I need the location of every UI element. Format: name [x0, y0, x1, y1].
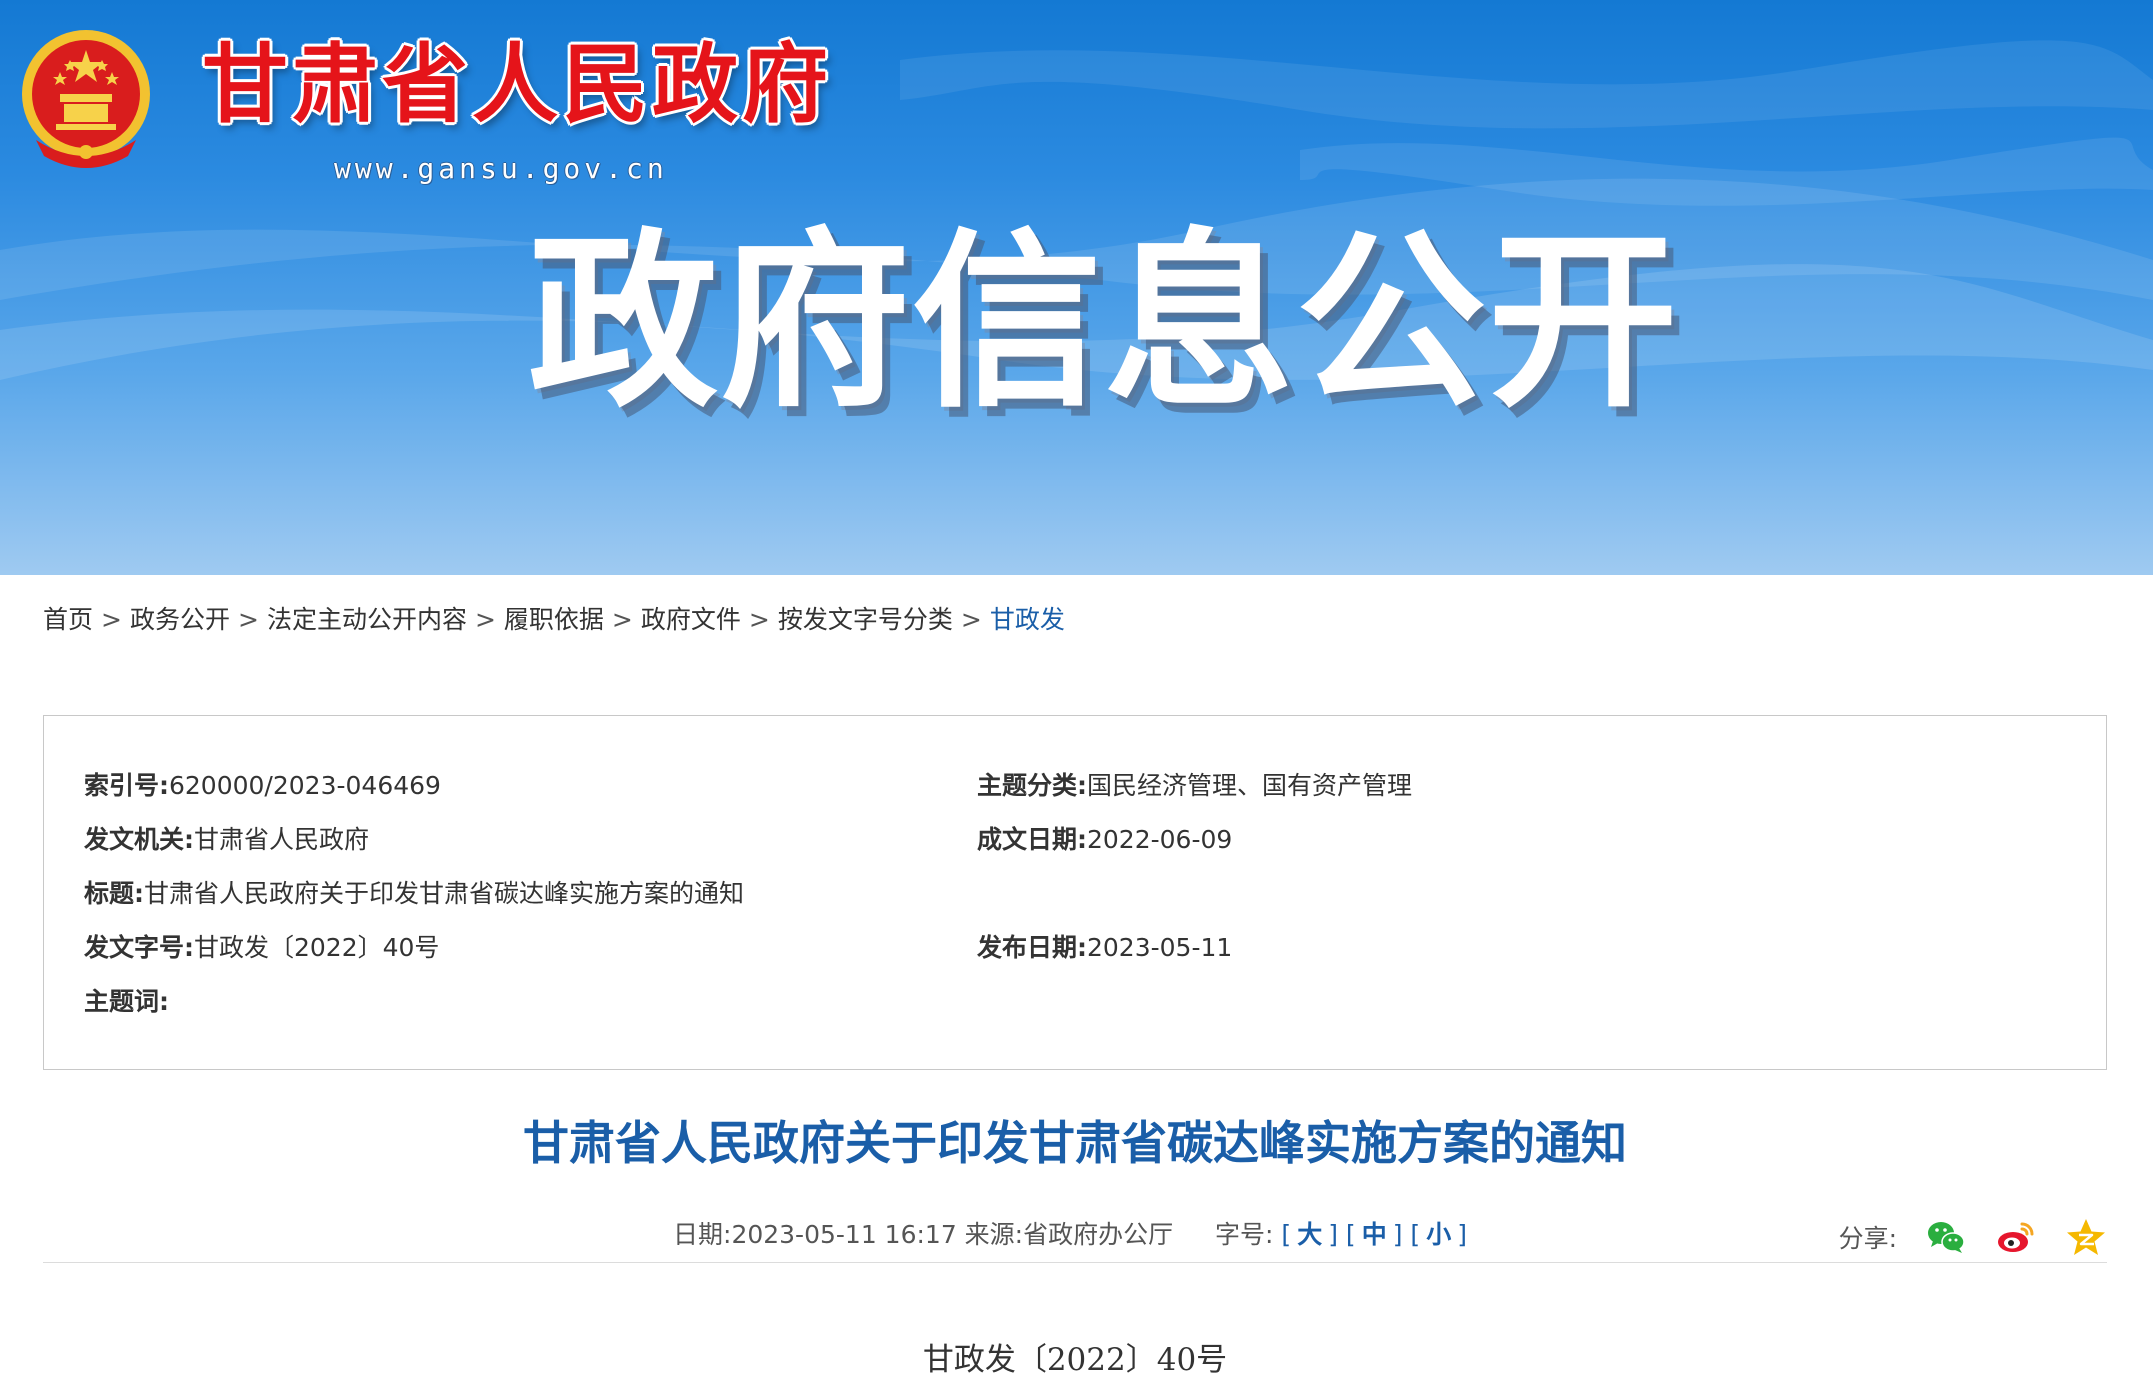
breadcrumb-separator: >: [611, 605, 633, 634]
info-publish-date-label: 发布日期:: [977, 933, 1087, 962]
bracket: ]: [1457, 1220, 1467, 1249]
font-medium-button[interactable]: 中: [1356, 1220, 1393, 1249]
info-doc-number-label: 发文字号:: [84, 933, 194, 962]
bracket: [: [1345, 1220, 1356, 1249]
breadcrumb-separator: >: [960, 605, 982, 634]
source-value: 省政府办公厅: [1023, 1220, 1174, 1249]
info-doc-number: 发文字号:甘政发〔2022〕40号: [84, 928, 439, 968]
breadcrumb-statutory-disclosure[interactable]: 法定主动公开内容: [267, 605, 467, 634]
breadcrumb-duty-basis[interactable]: 履职依据: [504, 605, 604, 634]
site-banner: 甘肃省人民政府 www.gansu.gov.cn 政府信息公开: [0, 0, 2153, 575]
breadcrumb-government-documents[interactable]: 政府文件: [641, 605, 741, 634]
info-issuing-org-value: 甘肃省人民政府: [194, 825, 370, 854]
info-publish-date: 发布日期:2023-05-11: [977, 928, 1232, 968]
source-label: 来源:: [964, 1220, 1024, 1249]
breadcrumb: 首页 > 政务公开 > 法定主动公开内容 > 履职依据 > 政府文件 > 按发文字号分类 > 甘政发: [43, 600, 1065, 640]
info-topic-category-label: 主题分类:: [977, 771, 1087, 800]
national-emblem-icon: [16, 22, 156, 172]
info-topic-category: 主题分类:国民经济管理、国有资产管理: [977, 766, 1412, 806]
bracket: [: [1410, 1220, 1421, 1249]
document-info-box: 索引号:620000/2023-046469 主题分类:国民经济管理、国有资产管…: [43, 715, 2107, 1070]
breadcrumb-gan-zheng-fa[interactable]: 甘政发: [990, 605, 1065, 634]
info-title-label: 标题:: [84, 879, 144, 908]
info-index-number-label: 索引号:: [84, 771, 169, 800]
info-written-date-label: 成文日期:: [977, 825, 1087, 854]
article-title: 甘肃省人民政府关于印发甘肃省碳达峰实施方案的通知: [523, 1116, 1627, 1170]
wechat-icon[interactable]: [1925, 1216, 1967, 1258]
info-issuing-org: 发文机关:甘肃省人民政府: [84, 820, 369, 860]
share-label: 分享:: [1838, 1224, 1897, 1253]
info-publish-date-value: 2023-05-11: [1087, 933, 1233, 962]
breadcrumb-separator: >: [101, 605, 122, 634]
breadcrumb-government-affairs[interactable]: 政务公开: [130, 605, 230, 634]
info-doc-number-value: 甘政发〔2022〕40号: [194, 933, 440, 962]
breadcrumb-separator: >: [237, 605, 259, 634]
info-keywords-label: 主题词:: [84, 987, 169, 1016]
site-url[interactable]: www.gansu.gov.cn: [334, 152, 668, 185]
date-label: 日期:: [673, 1220, 732, 1249]
article-meta-row: 日期:2023-05-11 16:17 来源:省政府办公厅 字号: [大] [中…: [43, 1212, 2107, 1263]
share-bar: 分享:: [1839, 1212, 2107, 1262]
info-topic-category-value: 国民经济管理、国有资产管理: [1087, 771, 1413, 800]
info-title-value: 甘肃省人民政府关于印发甘肃省碳达峰实施方案的通知: [144, 879, 745, 908]
qzone-star-icon[interactable]: [2065, 1216, 2107, 1258]
info-index-number: 索引号:620000/2023-046469: [84, 766, 441, 806]
info-written-date: 成文日期:2022-06-09: [977, 820, 1232, 860]
font-large-button[interactable]: 大: [1291, 1220, 1328, 1249]
info-index-number-value: 620000/2023-046469: [169, 771, 441, 800]
bracket: [: [1281, 1220, 1292, 1249]
breadcrumb-by-doc-number[interactable]: 按发文字号分类: [778, 605, 953, 634]
info-written-date-value: 2022-06-09: [1087, 825, 1233, 854]
info-title: 标题:甘肃省人民政府关于印发甘肃省碳达峰实施方案的通知: [84, 874, 744, 914]
breadcrumb-home[interactable]: 首页: [43, 605, 93, 634]
article-meta: 日期:2023-05-11 16:17 来源:省政府办公厅 字号: [大] [中…: [673, 1212, 1467, 1258]
site-name[interactable]: 甘肃省人民政府: [202, 42, 832, 128]
bracket: ]: [1392, 1220, 1403, 1249]
breadcrumb-separator: >: [474, 605, 496, 634]
breadcrumb-separator: >: [748, 605, 770, 634]
font-small-button[interactable]: 小: [1420, 1220, 1457, 1249]
font-size-label: 字号:: [1215, 1220, 1274, 1249]
info-keywords: 主题词:: [84, 982, 169, 1022]
banner-title: 政府信息公开: [528, 212, 1681, 433]
weibo-icon[interactable]: [1995, 1216, 2037, 1258]
bracket: ]: [1328, 1220, 1338, 1249]
info-issuing-org-label: 发文机关:: [84, 825, 194, 854]
date-value: 2023-05-11 16:17: [731, 1220, 957, 1249]
article-doc-number: 甘政发〔2022〕40号: [922, 1342, 1228, 1378]
